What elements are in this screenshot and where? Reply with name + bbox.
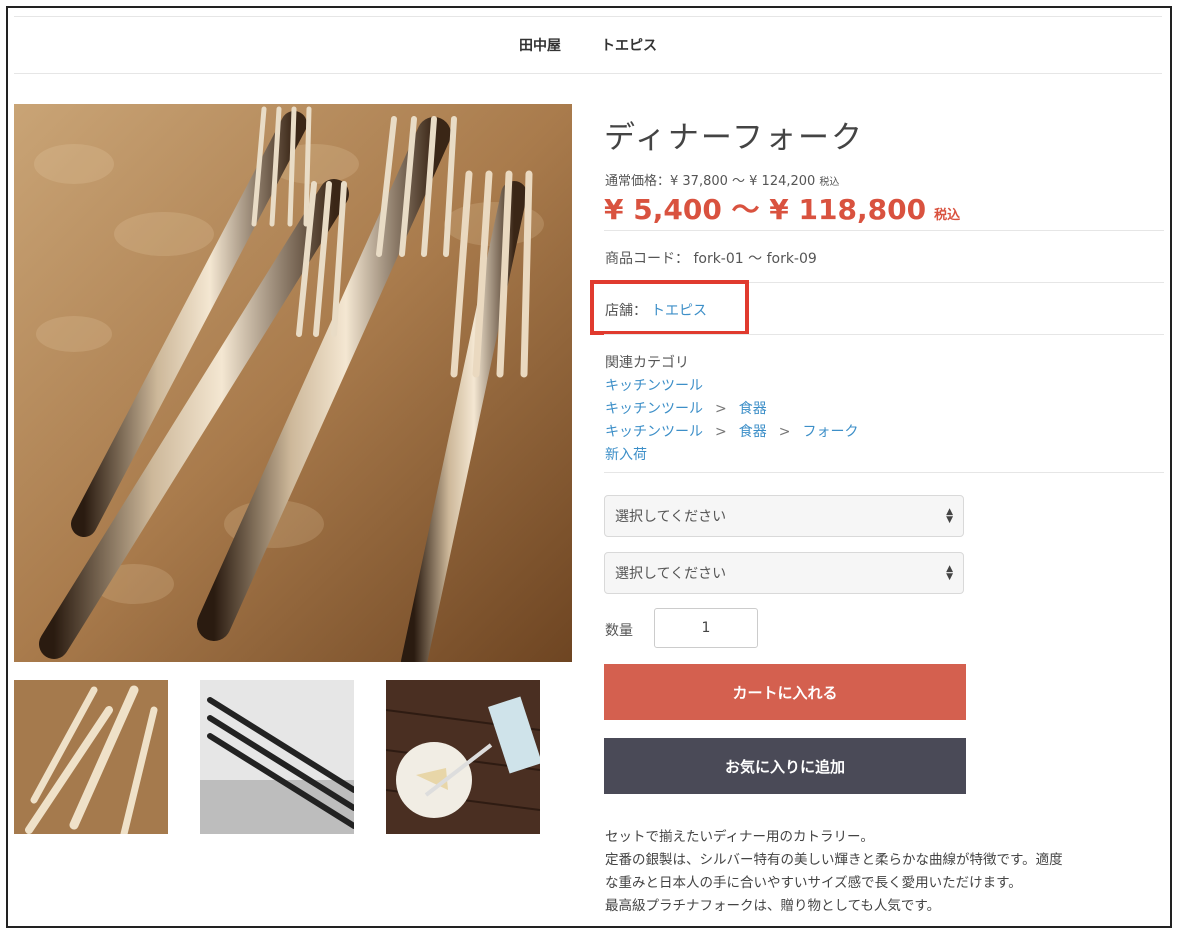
category-link-tableware[interactable]: 食器 xyxy=(739,401,767,417)
sale-price-tax: 税込 xyxy=(934,208,961,223)
breadcrumb-separator: > xyxy=(715,424,727,440)
option-select-1-value: 選択してください xyxy=(615,509,727,525)
product-code: 商品コード： fork-01 〜 fork-09 xyxy=(605,248,817,268)
product-code-value: fork-01 〜 fork-09 xyxy=(693,251,817,267)
divider xyxy=(604,334,1164,335)
category-path-1: キッチンツール xyxy=(605,375,703,395)
category-link-kitchen-tools[interactable]: キッチンツール xyxy=(605,401,703,417)
category-path-4: 新入荷 xyxy=(605,444,647,464)
quantity-label: 数量 xyxy=(605,623,633,639)
option-select-2-value: 選択してください xyxy=(615,566,727,582)
product-page: 田中屋 トエピス ディナーフォーク 通常価格：¥ 37,800 〜 ¥ 124,… xyxy=(6,6,1172,928)
thumbnail-dessert-plate[interactable] xyxy=(386,680,540,834)
option-select-1[interactable]: 選択してください ▲ ▼ xyxy=(604,495,964,537)
select-arrows-icon: ▲ ▼ xyxy=(946,564,953,582)
add-to-cart-button[interactable]: カートに入れる xyxy=(604,664,966,720)
quantity-input[interactable]: 1 xyxy=(654,608,758,648)
description-line: な重みと日本人の手に合いやすいサイズ感で長く愛用いただけます。 xyxy=(605,875,1022,891)
category-path-2: キッチンツール > 食器 xyxy=(605,398,767,418)
divider xyxy=(604,230,1164,231)
product-code-label: 商品コード： xyxy=(605,251,689,267)
thumbnail-forks-tablecloth[interactable] xyxy=(14,680,168,834)
description-line: セットで揃えたいディナー用のカトラリー。 xyxy=(605,829,874,845)
description-line: 定番の銀製は、シルバー特有の美しい輝きと柔らかな曲線が特徴です。適度 xyxy=(605,852,1063,868)
thumbnail-fork-closeup[interactable] xyxy=(200,680,354,834)
description-line: 最高級プラチナフォークは、贈り物としても人気です。 xyxy=(605,898,941,914)
select-arrows-icon: ▲ ▼ xyxy=(946,507,953,525)
nav-link-tanakaya[interactable]: 田中屋 xyxy=(519,35,561,55)
category-link-kitchen-tools[interactable]: キッチンツール xyxy=(605,378,703,394)
highlight-box xyxy=(590,280,749,335)
sale-price-text: ¥ 5,400 〜 ¥ 118,800 xyxy=(604,193,927,226)
category-link-new-arrivals[interactable]: 新入荷 xyxy=(605,447,647,463)
breadcrumb-separator: > xyxy=(715,401,727,417)
regular-price-text: 通常価格：¥ 37,800 〜 ¥ 124,200 xyxy=(605,174,816,189)
breadcrumb-separator: > xyxy=(778,424,791,440)
category-link-tableware[interactable]: 食器 xyxy=(739,424,767,440)
category-heading: 関連カテゴリ xyxy=(605,355,689,371)
sale-price: ¥ 5,400 〜 ¥ 118,800 税込 xyxy=(604,188,960,228)
regular-price: 通常価格：¥ 37,800 〜 ¥ 124,200 税込 xyxy=(605,170,839,189)
main-product-image xyxy=(14,104,572,662)
regular-price-tax: 税込 xyxy=(819,177,840,188)
category-link-kitchen-tools[interactable]: キッチンツール xyxy=(605,424,703,440)
top-nav: 田中屋 トエピス xyxy=(14,16,1162,74)
product-title: ディナーフォーク xyxy=(604,120,864,156)
option-select-2[interactable]: 選択してください ▲ ▼ xyxy=(604,552,964,594)
nav-link-toepis[interactable]: トエピス xyxy=(601,35,657,55)
category-link-fork[interactable]: フォーク xyxy=(802,424,858,440)
product-description: セットで揃えたいディナー用のカトラリー。 定番の銀製は、シルバー特有の美しい輝き… xyxy=(605,826,1163,918)
add-to-favorites-button[interactable]: お気に入りに追加 xyxy=(604,738,966,794)
category-path-3: キッチンツール > 食器 > フォーク xyxy=(605,421,858,441)
divider xyxy=(604,472,1164,473)
